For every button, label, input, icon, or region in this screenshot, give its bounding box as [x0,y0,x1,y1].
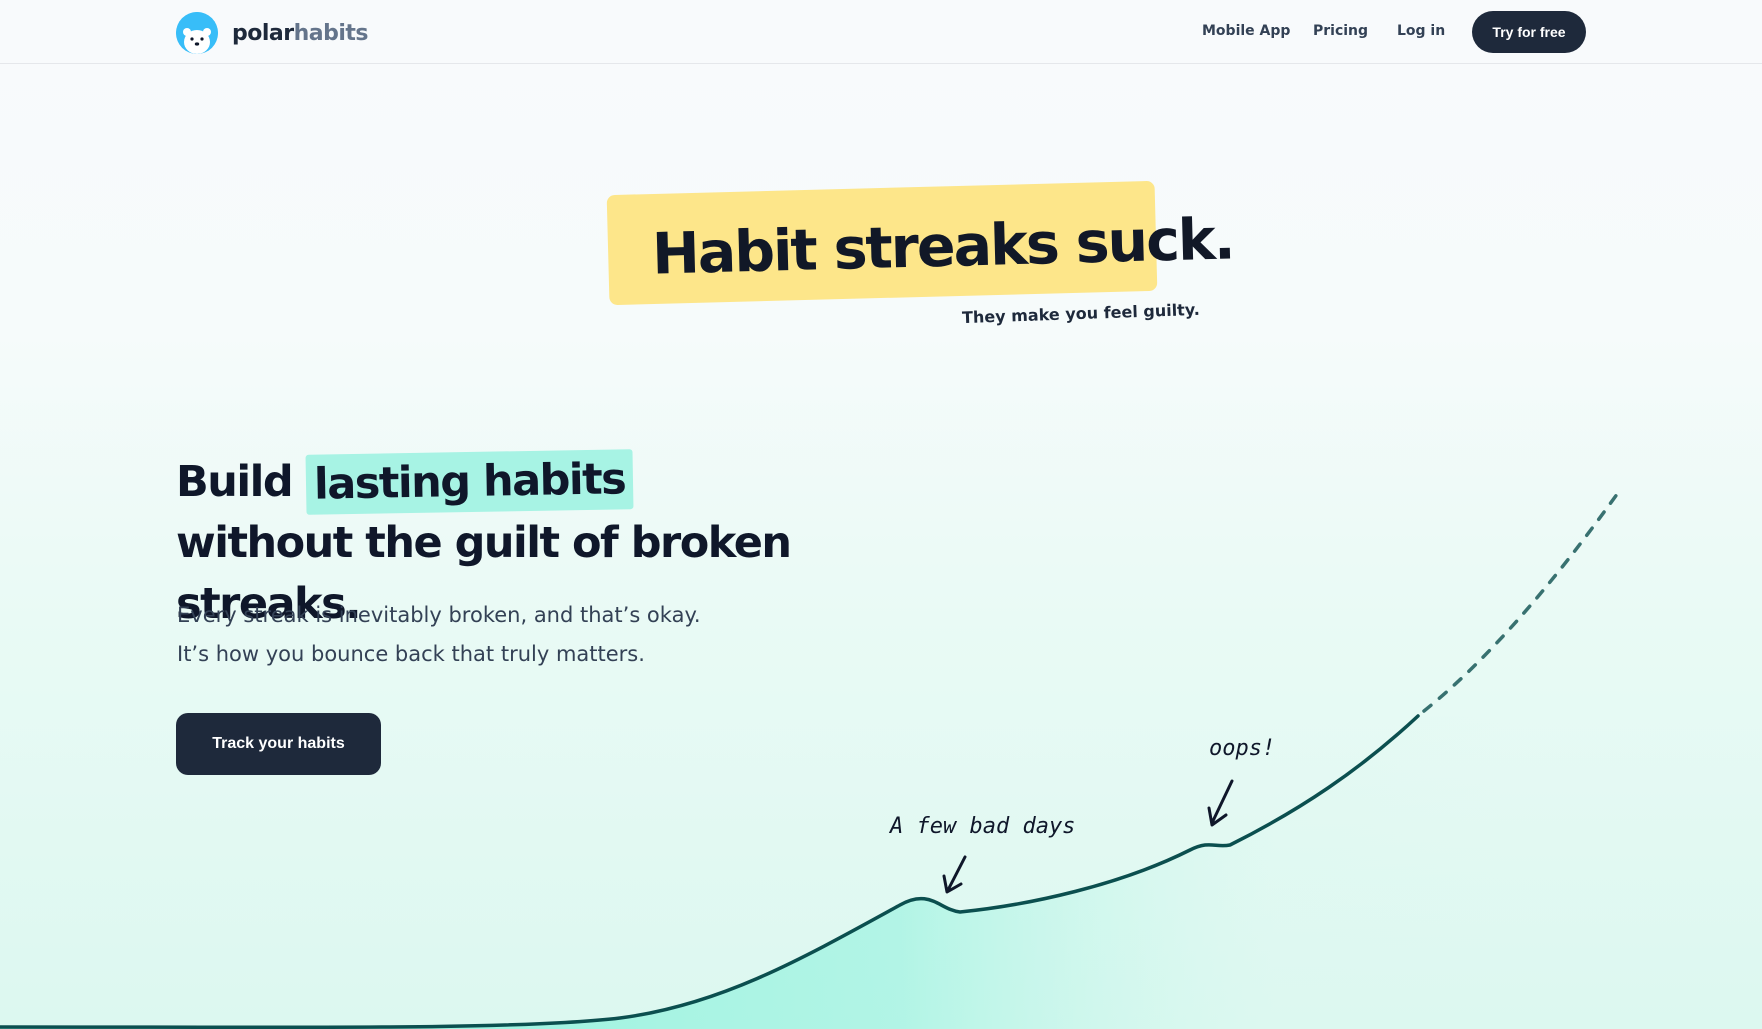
arrow-bad-days [942,855,967,894]
headline-highlight: lasting habits [305,449,634,515]
tag-subtitle: They make you feel guilty. [961,299,1201,328]
arrow-oops [1207,779,1234,827]
track-your-habits-button[interactable]: Track your habits [176,713,381,775]
hero-subtext-2: It’s how you bounce back that truly matt… [177,642,645,666]
nav-link-pricing[interactable]: Pricing [1313,23,1368,39]
annotation-bad-days: A few bad days [890,814,1076,839]
brand-logo[interactable]: polarhabits [176,12,369,54]
headline-pre: Build [176,457,294,507]
curve-projection-dashed [1422,488,1622,713]
top-navbar: polarhabits Mobile App Pricing Log in Tr… [0,0,1762,64]
try-for-free-button[interactable]: Try for free [1472,11,1586,53]
polar-bear-icon [176,12,218,54]
hero-subtext-1: Every streak is inevitably broken, and t… [177,603,701,627]
annotation-oops: oops! [1209,736,1276,761]
nav-link-mobile-app[interactable]: Mobile App [1202,23,1290,39]
brand-name: polarhabits [232,20,369,46]
nav-link-log-in[interactable]: Log in [1397,23,1445,39]
